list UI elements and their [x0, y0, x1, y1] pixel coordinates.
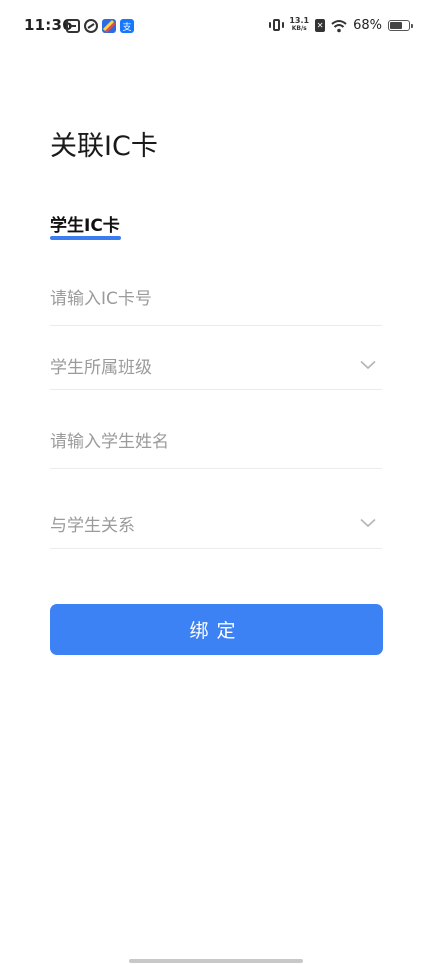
- wifi-icon: [331, 18, 347, 33]
- notification-alipay-icon: 支: [120, 18, 134, 33]
- ic-card-field[interactable]: [50, 280, 382, 326]
- bind-button-label: 绑定: [189, 620, 244, 642]
- notification-sim-icon: [66, 18, 80, 33]
- battery-percent: 68%: [353, 17, 382, 33]
- network-speed: 13.1 KB/s: [289, 17, 309, 33]
- svg-text:支: 支: [122, 21, 131, 33]
- class-select-placeholder: 学生所属班级: [50, 358, 152, 378]
- notification-link-icon: [84, 18, 98, 33]
- student-name-input[interactable]: [50, 432, 340, 452]
- battery-icon: [388, 19, 413, 31]
- notification-app-icon: [102, 18, 116, 33]
- tab-label: 学生IC卡: [50, 216, 120, 236]
- chevron-down-icon: [360, 360, 376, 370]
- no-sim-icon: ✕: [315, 18, 326, 32]
- relation-select-placeholder: 与学生关系: [50, 516, 135, 536]
- tab-student-ic-card[interactable]: 学生IC卡: [50, 211, 121, 240]
- vibrate-icon: [269, 18, 285, 32]
- bind-button[interactable]: 绑定: [50, 604, 383, 655]
- network-speed-value: 13.1: [289, 16, 310, 25]
- ic-card-input[interactable]: [50, 289, 340, 309]
- status-bar: 11:36 支 13.1 KB/s ✕ 68%: [0, 0, 432, 50]
- status-indicators: 13.1 KB/s ✕ 68%: [269, 16, 413, 34]
- tab-active-indicator: [50, 236, 121, 240]
- page-title: 关联IC卡: [50, 131, 158, 162]
- class-select[interactable]: 学生所属班级: [50, 342, 382, 390]
- student-name-field[interactable]: [50, 421, 382, 469]
- network-speed-unit: KB/s: [291, 25, 307, 32]
- home-indicator[interactable]: [129, 959, 303, 963]
- relation-select[interactable]: 与学生关系: [50, 500, 382, 549]
- chevron-down-icon: [360, 518, 376, 528]
